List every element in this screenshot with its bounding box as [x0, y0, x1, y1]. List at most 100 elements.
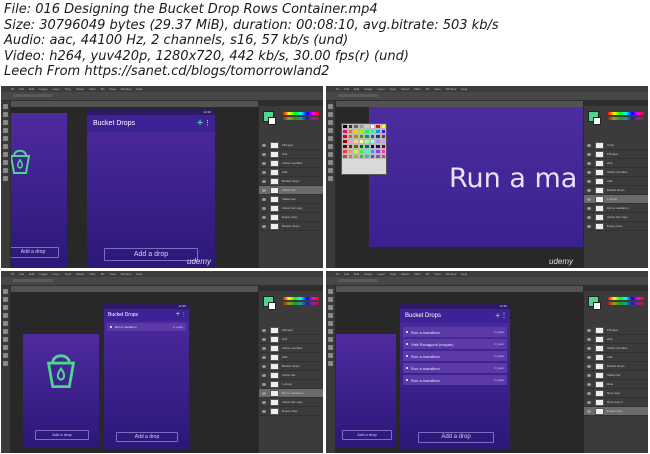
- menu-window[interactable]: Window: [121, 272, 132, 276]
- menu-view[interactable]: View: [434, 87, 440, 91]
- layer-row[interactable]: Action overflow: [259, 344, 323, 353]
- marquee-tool-icon[interactable]: [3, 297, 8, 302]
- layer-row[interactable]: Hint: [584, 159, 648, 168]
- background-color-swatch[interactable]: [593, 117, 601, 125]
- menu-view[interactable]: View: [109, 87, 115, 91]
- menu-select[interactable]: Select: [76, 272, 84, 276]
- layer-row[interactable]: Fill layer: [259, 141, 323, 150]
- menu-image[interactable]: Image: [364, 87, 372, 91]
- type-tool-icon[interactable]: [3, 152, 8, 157]
- brush-tool-icon[interactable]: [328, 321, 333, 326]
- visibility-eye-icon[interactable]: [587, 179, 591, 183]
- menu-help[interactable]: Help: [461, 87, 467, 91]
- menu-edit[interactable]: Edit: [29, 87, 34, 91]
- lasso-tool-icon[interactable]: [328, 120, 333, 125]
- options-bar[interactable]: [1, 92, 323, 101]
- eraser-tool-icon[interactable]: [3, 329, 8, 334]
- drop-row[interactable]: Visit Ravagood (mayan) 2 years: [403, 339, 507, 349]
- brush-tool-icon[interactable]: [3, 136, 8, 141]
- lasso-tool-icon[interactable]: [328, 305, 333, 310]
- menu-filter[interactable]: Filter: [89, 87, 96, 91]
- menu-3d[interactable]: 3D: [426, 87, 430, 91]
- layer-row[interactable]: Add: [584, 353, 648, 362]
- brush-tool-icon[interactable]: [328, 136, 333, 141]
- layer-row[interactable]: Bucket drops: [584, 186, 648, 195]
- visibility-eye-icon[interactable]: [587, 152, 591, 156]
- move-tool-icon[interactable]: [3, 289, 8, 294]
- visibility-eye-icon[interactable]: [587, 328, 591, 332]
- overflow-menu-icon[interactable]: ⋮: [501, 313, 507, 320]
- marquee-tool-icon[interactable]: [3, 112, 8, 117]
- eraser-tool-icon[interactable]: [328, 329, 333, 334]
- visibility-eye-icon[interactable]: [587, 224, 591, 228]
- visibility-eye-icon[interactable]: [262, 364, 266, 368]
- type-tool-icon[interactable]: [328, 152, 333, 157]
- menu-filter[interactable]: Filter: [89, 272, 96, 276]
- visibility-eye-icon[interactable]: [587, 382, 591, 386]
- visibility-eye-icon[interactable]: [262, 188, 266, 192]
- menu-image[interactable]: Image: [364, 272, 372, 276]
- menu-select[interactable]: Select: [76, 87, 84, 91]
- visibility-eye-icon[interactable]: [587, 346, 591, 350]
- visibility-eye-icon[interactable]: [587, 215, 591, 219]
- move-tool-icon[interactable]: [3, 104, 8, 109]
- layer-row[interactable]: Hint: [584, 335, 648, 344]
- layer-row[interactable]: Fill layer: [584, 326, 648, 335]
- menu-file[interactable]: File: [19, 87, 24, 91]
- menu-window[interactable]: Window: [446, 87, 457, 91]
- zoom-tool-icon[interactable]: [328, 176, 333, 181]
- background-color-swatch[interactable]: [268, 117, 276, 125]
- overflow-menu-icon[interactable]: ⋮: [181, 312, 186, 319]
- visibility-eye-icon[interactable]: [262, 337, 266, 341]
- layer-row[interactable]: Empty drop: [584, 222, 648, 231]
- drop-row[interactable]: Run a marathon 2 years: [403, 363, 507, 373]
- menu-layer[interactable]: Layer: [52, 87, 60, 91]
- layer-row[interactable]: Add: [584, 177, 648, 186]
- menu-type[interactable]: Type: [390, 87, 397, 91]
- visibility-eye-icon[interactable]: [262, 400, 266, 404]
- options-bar[interactable]: [326, 92, 648, 101]
- menu-3d[interactable]: 3D: [426, 272, 430, 276]
- visibility-eye-icon[interactable]: [262, 143, 266, 147]
- canvas-area[interactable]: Add a drop 12:30 Bucket Drops + ⋮ Run a …: [336, 292, 583, 453]
- layer-row-selected[interactable]: Empty drop: [584, 407, 648, 416]
- layer-row[interactable]: Run a marathon: [584, 204, 648, 213]
- menu-file[interactable]: File: [344, 87, 349, 91]
- brush-tool-icon[interactable]: [3, 321, 8, 326]
- layer-row-selected[interactable]: Action bar: [259, 186, 323, 195]
- visibility-eye-icon[interactable]: [262, 409, 266, 413]
- layer-row[interactable]: Row copy: [584, 389, 648, 398]
- hand-tool-icon[interactable]: [328, 353, 333, 358]
- visibility-eye-icon[interactable]: [587, 391, 591, 395]
- shape-tool-icon[interactable]: [328, 160, 333, 165]
- layer-row[interactable]: Action bar copy: [584, 213, 648, 222]
- crop-tool-icon[interactable]: [328, 313, 333, 318]
- layer-row[interactable]: Fill layer: [259, 326, 323, 335]
- menu-help[interactable]: Help: [136, 87, 142, 91]
- drop-row[interactable]: Run a marathon 2 years: [107, 323, 186, 331]
- menu-help[interactable]: Help: [461, 272, 467, 276]
- layer-row[interactable]: Hint: [259, 150, 323, 159]
- visibility-eye-icon[interactable]: [262, 346, 266, 350]
- menu-edit[interactable]: Edit: [354, 272, 359, 276]
- menu-view[interactable]: View: [109, 272, 115, 276]
- visibility-eye-icon[interactable]: [262, 215, 266, 219]
- background-color-swatch[interactable]: [593, 302, 601, 310]
- menu-file[interactable]: File: [19, 272, 24, 276]
- visibility-eye-icon[interactable]: [262, 179, 266, 183]
- menu-edit[interactable]: Edit: [29, 272, 34, 276]
- visibility-eye-icon[interactable]: [262, 224, 266, 228]
- menu-image[interactable]: Image: [39, 87, 47, 91]
- move-tool-icon[interactable]: [328, 104, 333, 109]
- hue-slider[interactable]: [608, 112, 644, 115]
- visibility-eye-icon[interactable]: [262, 355, 266, 359]
- zoom-tool-icon[interactable]: [328, 361, 333, 366]
- menu-window[interactable]: Window: [121, 87, 132, 91]
- layer-row[interactable]: Fill layer: [584, 150, 648, 159]
- options-bar[interactable]: [1, 277, 323, 286]
- menu-help[interactable]: Help: [136, 272, 142, 276]
- saturation-slider[interactable]: [283, 302, 319, 305]
- visibility-eye-icon[interactable]: [262, 373, 266, 377]
- layer-row[interactable]: Bucket drops: [259, 177, 323, 186]
- add-drop-button[interactable]: Add a drop: [35, 430, 89, 440]
